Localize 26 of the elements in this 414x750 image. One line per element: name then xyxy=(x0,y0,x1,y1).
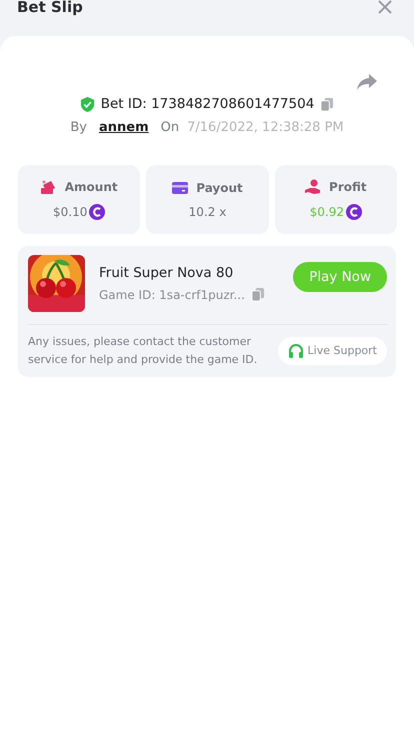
copy-button[interactable] xyxy=(320,96,334,112)
stat-label: Payout xyxy=(196,181,243,195)
game-id: Game ID: 1sa-crf1puzr... xyxy=(99,288,245,302)
stat-label: Profit xyxy=(329,180,367,194)
live-support-button[interactable]: Live Support xyxy=(278,336,387,365)
help-text: Any issues, please contact the customer service for help and provide the game ID. xyxy=(28,334,258,368)
stat-value: $0.10 xyxy=(52,205,88,219)
hand-coin-icon xyxy=(305,179,322,195)
stat-label: Amount xyxy=(64,180,118,194)
shield-check-icon xyxy=(80,96,95,112)
modal-title: Bet Slip xyxy=(17,0,83,16)
copy-button[interactable] xyxy=(250,287,265,302)
card-icon xyxy=(172,180,188,196)
bet-date: 7/16/2022, 12:38:28 PM xyxy=(187,120,344,135)
stat-value: 10.2 x xyxy=(188,205,226,219)
stat-value: $0.92 xyxy=(310,205,344,219)
by-label: By xyxy=(70,120,87,135)
close-button[interactable] xyxy=(376,0,394,16)
share-button[interactable] xyxy=(357,74,377,90)
headphones-icon xyxy=(288,342,304,359)
game-title: Fruit Super Nova 80 xyxy=(99,265,234,281)
play-now-button[interactable]: Play Now xyxy=(293,262,387,292)
username-link[interactable]: annem xyxy=(98,120,149,135)
on-label: On xyxy=(160,120,180,135)
bet-id: Bet ID: 1738482708601477504 xyxy=(100,96,314,112)
money-icon xyxy=(40,179,57,195)
